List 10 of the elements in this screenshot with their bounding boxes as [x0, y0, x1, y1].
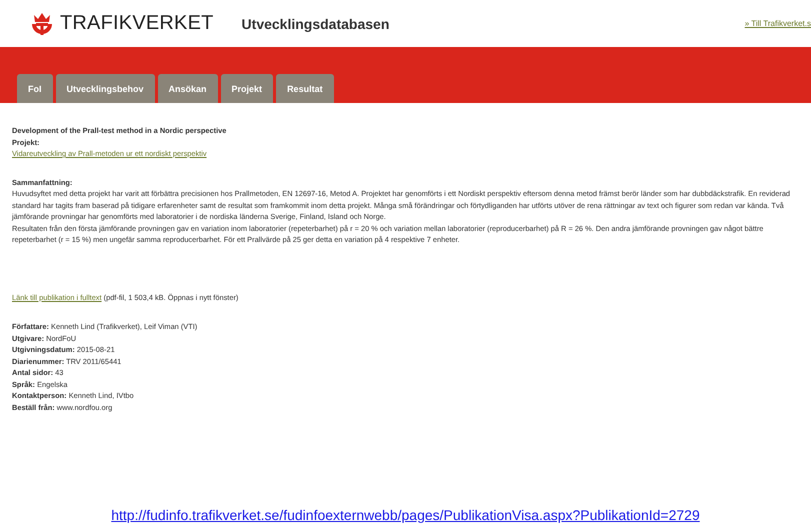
- nav-tab[interactable]: Utvecklingsbehov: [56, 74, 155, 103]
- nav-tab[interactable]: FoI: [17, 74, 52, 103]
- nav-tab[interactable]: Ansökan: [158, 74, 218, 103]
- crown-logo-icon: [30, 10, 54, 36]
- top-link[interactable]: » Till Trafikverket.s: [744, 19, 811, 28]
- site-title: Utvecklingsdatabasen: [242, 16, 390, 32]
- brand-name: TRAFIKVERKET: [60, 12, 214, 35]
- nav-tab[interactable]: Projekt: [220, 74, 274, 103]
- source-url[interactable]: http://fudinfo.trafikverket.se/fudinfoexternwebb/pages/PublikationVisa.aspx?PublikationId=2729: [0, 507, 811, 529]
- nav-tab[interactable]: Resultat: [276, 74, 334, 103]
